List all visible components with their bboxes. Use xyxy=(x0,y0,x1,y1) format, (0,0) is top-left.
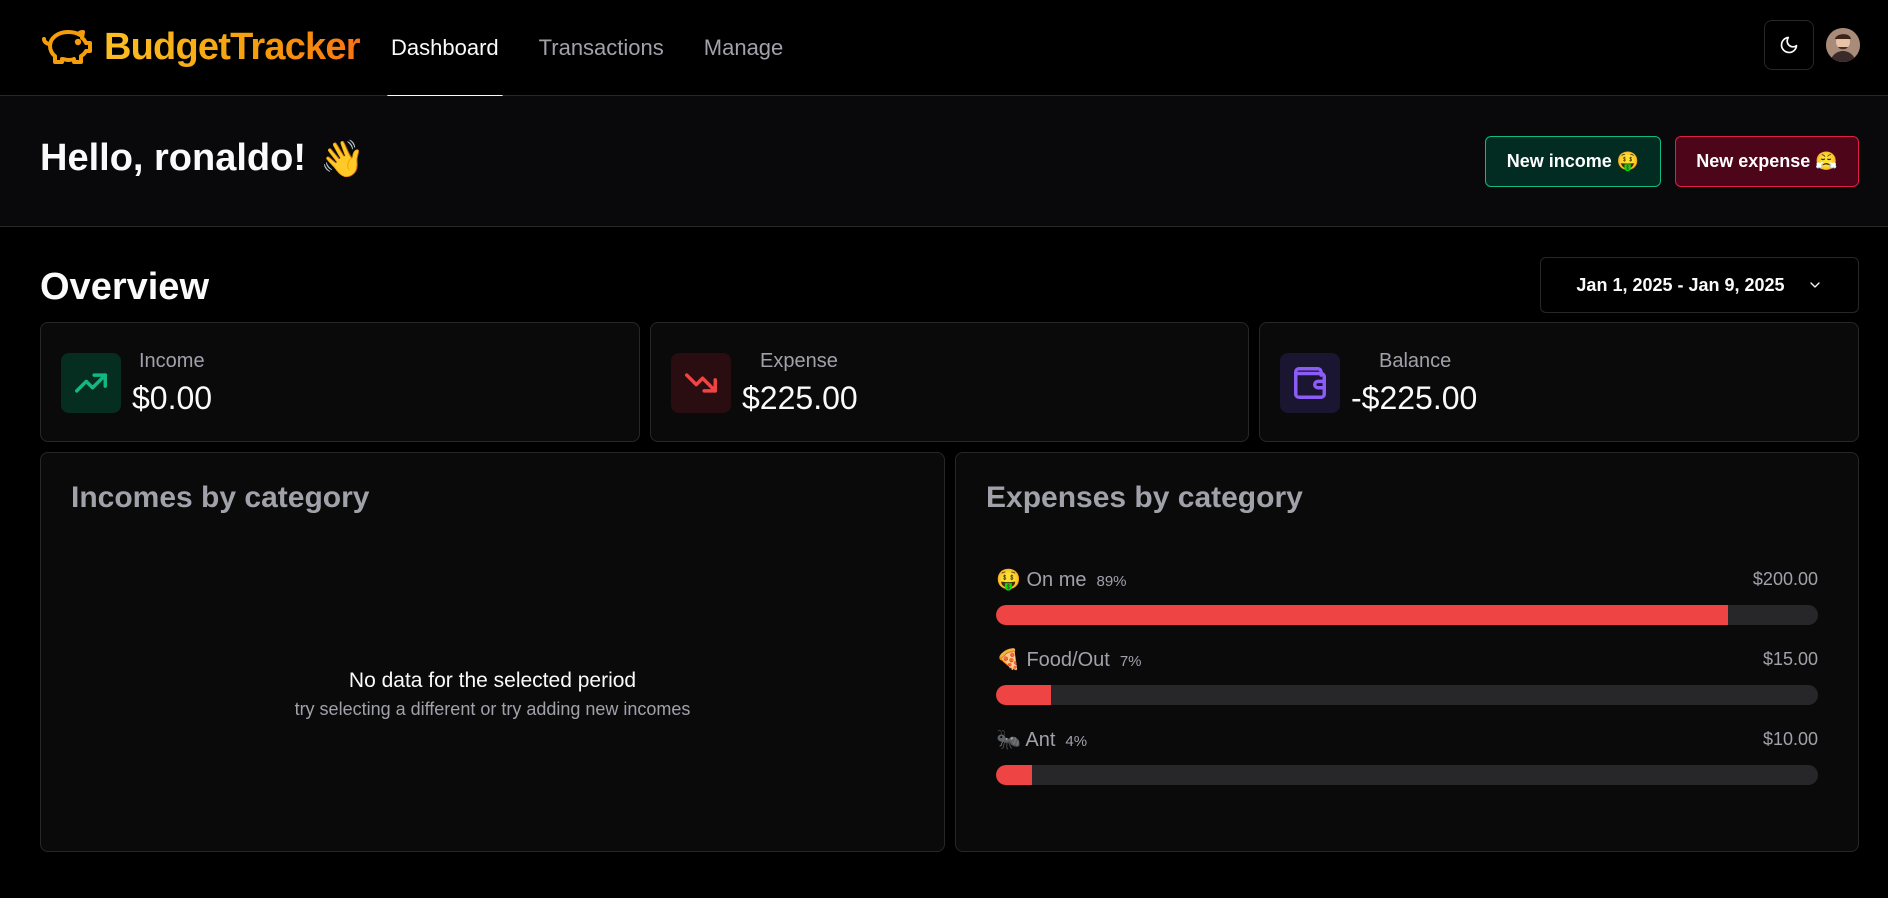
category-progress-track xyxy=(996,765,1818,785)
expense-icon-box xyxy=(671,353,731,413)
balance-value: -$225.00 xyxy=(1351,380,1478,416)
category-name: 🤑 On me xyxy=(996,569,1087,591)
category-percent: 4% xyxy=(1065,733,1088,750)
category-progress-track xyxy=(996,605,1818,625)
moon-icon xyxy=(1780,36,1798,54)
income-label: Income xyxy=(139,350,205,372)
expense-stat-card: Expense $225.00 xyxy=(650,322,1249,442)
category-progress-fill xyxy=(996,685,1051,705)
user-avatar[interactable] xyxy=(1826,28,1860,62)
nav-dashboard[interactable]: Dashboard xyxy=(387,0,503,98)
category-row-food-out: 🍕 Food/Out 7% $15.00 xyxy=(996,647,1818,705)
date-range-text: Jan 1, 2025 - Jan 9, 2025 xyxy=(1576,274,1785,295)
category-amount: $200.00 xyxy=(1752,569,1818,589)
greeting-text: Hello, ronaldo! xyxy=(40,137,306,179)
income-icon-box xyxy=(61,353,121,413)
trending-up-icon xyxy=(75,373,107,393)
category-percent: 7% xyxy=(1119,653,1142,670)
category-progress-track xyxy=(996,685,1818,705)
wallet-icon xyxy=(1294,367,1326,399)
category-name-wrap: 🐜 Ant 4% xyxy=(996,727,1087,752)
theme-toggle-button[interactable] xyxy=(1764,20,1814,70)
balance-label: Balance xyxy=(1379,350,1452,372)
expenses-card-title: Expenses by category xyxy=(986,481,1303,514)
incomes-by-category-card: Incomes by category No data for the sele… xyxy=(40,452,945,852)
expenses-by-category-card: Expenses by category 🤑 On me 89% $200.00… xyxy=(955,452,1859,852)
category-progress-fill xyxy=(996,765,1033,785)
greeting-section: Hello, ronaldo! 👋 New income 🤑 New expen… xyxy=(0,96,1888,227)
balance-icon-box xyxy=(1280,353,1340,413)
category-percent: 89% xyxy=(1096,573,1127,590)
category-amount: $10.00 xyxy=(1762,729,1818,749)
avatar-image xyxy=(1826,28,1860,62)
top-navigation-bar: BudgetTracker Dashboard Transactions Man… xyxy=(0,0,1888,98)
new-income-button[interactable]: New income 🤑 xyxy=(1485,136,1661,187)
piggy-bank-icon xyxy=(42,30,92,64)
income-value: $0.00 xyxy=(132,380,213,416)
incomes-card-title: Incomes by category xyxy=(71,481,370,514)
greeting: Hello, ronaldo! 👋 xyxy=(40,137,365,180)
nav-transactions[interactable]: Transactions xyxy=(535,0,668,96)
category-name-wrap: 🍕 Food/Out 7% xyxy=(996,647,1142,672)
app-name: BudgetTracker xyxy=(104,25,361,68)
empty-state-subtitle: try selecting a different or try adding … xyxy=(294,699,691,719)
category-name-wrap: 🤑 On me 89% xyxy=(996,567,1127,592)
category-amount: $15.00 xyxy=(1762,649,1818,669)
category-name: 🍕 Food/Out xyxy=(996,649,1110,671)
date-range-picker[interactable]: Jan 1, 2025 - Jan 9, 2025 xyxy=(1540,257,1859,313)
category-row-ant: 🐜 Ant 4% $10.00 xyxy=(996,727,1818,785)
empty-state: No data for the selected period try sele… xyxy=(41,669,944,720)
category-name: 🐜 Ant xyxy=(996,729,1056,751)
new-expense-button[interactable]: New expense 😤 xyxy=(1675,136,1859,187)
app-logo[interactable]: BudgetTracker xyxy=(40,22,361,72)
category-row-on-me: 🤑 On me 89% $200.00 xyxy=(996,567,1818,625)
expense-label: Expense xyxy=(760,350,838,372)
chevron-down-icon xyxy=(1809,282,1820,288)
category-progress-fill xyxy=(996,605,1728,625)
overview-title: Overview xyxy=(40,266,209,308)
main-nav: Dashboard Transactions Manage xyxy=(387,0,819,98)
wave-emoji: 👋 xyxy=(320,137,365,179)
expense-value: $225.00 xyxy=(742,380,858,416)
balance-stat-card: Balance -$225.00 xyxy=(1259,322,1859,442)
empty-state-title: No data for the selected period xyxy=(348,669,637,692)
nav-manage[interactable]: Manage xyxy=(700,0,788,96)
income-stat-card: Income $0.00 xyxy=(40,322,640,442)
trending-down-icon xyxy=(685,373,717,393)
